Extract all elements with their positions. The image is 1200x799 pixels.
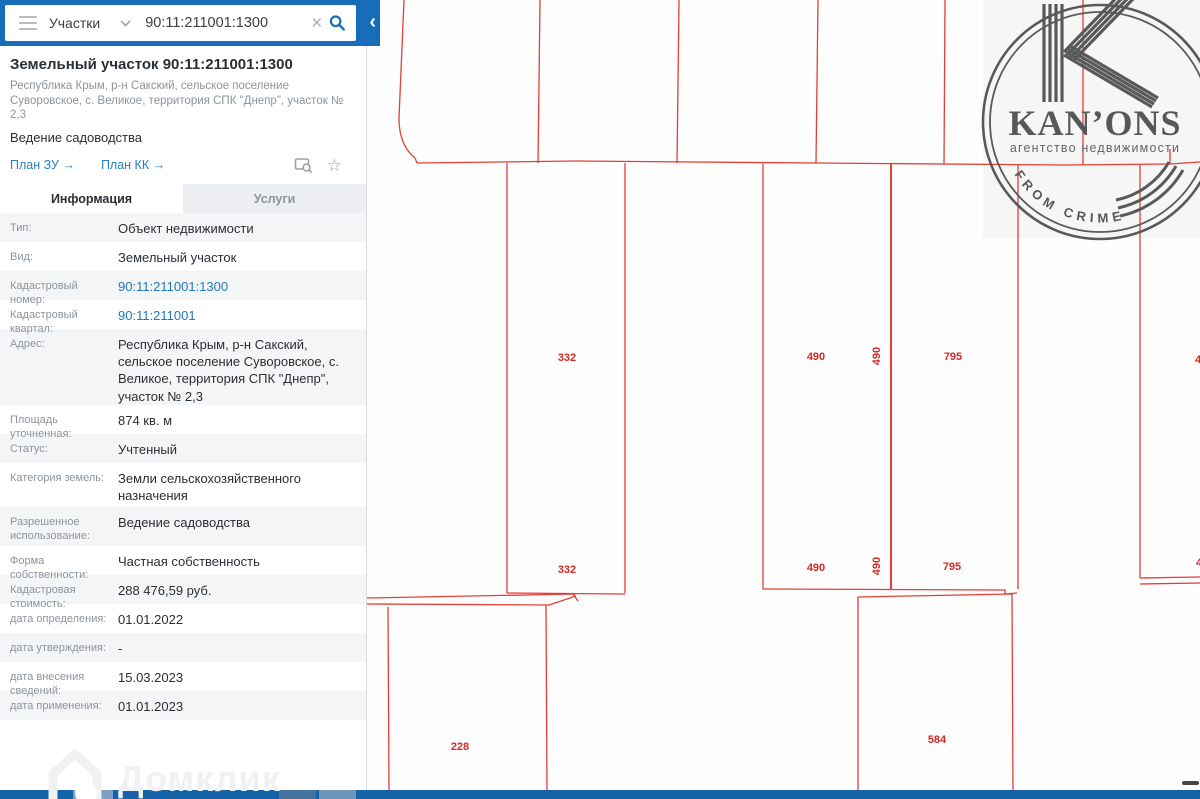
info-label: Разрешенное использование: bbox=[10, 516, 90, 543]
bottom-bar-segment[interactable] bbox=[319, 790, 356, 799]
info-value: Частная собственность bbox=[118, 554, 260, 570]
parcel-area-labels: 332 490 490 795 4 332 490 490 795 4 228 584 bbox=[451, 347, 1200, 753]
info-row: дата внесения сведений: 15.03.2023 bbox=[0, 662, 366, 698]
parcel-area-label: 795 bbox=[943, 561, 961, 573]
parcel-area-label: 490 bbox=[871, 347, 883, 365]
object-usage: Ведение садоводства bbox=[10, 130, 142, 146]
object-info-panel: Земельный участок 90:11:211001:1300 Респ… bbox=[0, 46, 367, 799]
info-row: Вид: Земельный участок bbox=[0, 242, 366, 271]
info-value: - bbox=[118, 641, 123, 657]
info-row: Кадастровый номер: 90:11:211001:1300 bbox=[0, 271, 366, 307]
parcel-area-label: 584 bbox=[928, 734, 947, 746]
info-value: 288 476,59 руб. bbox=[118, 583, 212, 599]
object-header: Земельный участок 90:11:211001:1300 Респ… bbox=[0, 46, 366, 175]
search-category-label: Участки bbox=[48, 15, 101, 31]
info-label: Кадастровый номер: bbox=[10, 280, 78, 307]
search-category-select[interactable]: Участки bbox=[49, 15, 131, 31]
parcel-area-label: 228 bbox=[451, 741, 469, 753]
info-value-link[interactable]: 90:11:211001 bbox=[118, 300, 206, 329]
plan-links-row: План ЗУ → План КК → ☆ bbox=[10, 155, 356, 175]
info-value: 15.03.2023 bbox=[118, 670, 184, 686]
tab-information[interactable]: Информация bbox=[0, 184, 183, 214]
panel-tabs: Информация Услуги bbox=[0, 184, 366, 214]
info-row: Тип: Объект недвижимости bbox=[0, 213, 366, 243]
parcel-area-label: 332 bbox=[558, 352, 576, 364]
info-label: Статус: bbox=[10, 443, 48, 456]
info-row: Категория земель: Земли сельскохозяйствен… bbox=[0, 463, 366, 507]
info-row: дата утверждения: - bbox=[0, 633, 366, 663]
parcel-area-label: 490 bbox=[807, 562, 825, 574]
info-value-link[interactable]: 90:11:211001:1300 bbox=[118, 271, 238, 300]
favorite-star-icon[interactable]: ☆ bbox=[327, 157, 342, 174]
info-row: Площадь уточненная: 874 кв. м bbox=[0, 405, 366, 441]
info-label: Категория земель: bbox=[10, 472, 105, 485]
tab-services[interactable]: Услуги bbox=[183, 184, 366, 213]
object-attributes-table: Тип: Объект недвижимости Вид: Земельный уча… bbox=[0, 213, 366, 721]
domclick-house-icon bbox=[48, 749, 102, 799]
preview-search-icon[interactable] bbox=[294, 157, 313, 174]
info-row: Статус: Учтенный bbox=[0, 434, 366, 464]
info-label: Форма собственности: bbox=[10, 555, 89, 582]
info-value: Земельный участок bbox=[118, 250, 237, 266]
info-label: дата применения: bbox=[10, 700, 102, 713]
info-row: Форма собственности: Частная собственност… bbox=[0, 546, 366, 582]
parcel-area-label: 4 bbox=[1196, 557, 1200, 569]
info-row: дата определения: 01.01.2022 bbox=[0, 604, 366, 633]
parcel-area-label: 332 bbox=[558, 564, 576, 576]
info-value: Объект недвижимости bbox=[118, 221, 254, 237]
info-label: Кадастровый квартал: bbox=[10, 309, 78, 336]
domclick-watermark: Домклик bbox=[46, 746, 281, 799]
info-row: Кадастровый квартал: 90:11:211001 bbox=[0, 300, 366, 336]
info-label: Адрес: bbox=[10, 338, 45, 351]
info-row: Разрешенное использование: Ведение садово… bbox=[0, 507, 366, 547]
page-title: Земельный участок 90:11:211001:1300 bbox=[10, 56, 293, 73]
info-label: Тип: bbox=[10, 222, 32, 235]
info-value: Земли сельскохозяйственного назначения bbox=[118, 471, 301, 504]
info-label: дата утверждения: bbox=[10, 642, 107, 655]
header-icons: ☆ bbox=[294, 157, 342, 174]
object-address: Республика Крым, р-н Сакский, сельское п… bbox=[10, 80, 344, 122]
info-row: Кадастровая стоимость: 288 476,59 руб. bbox=[0, 575, 366, 611]
info-label: Кадастровая стоимость: bbox=[10, 584, 76, 611]
info-label: Площадь уточненная: bbox=[10, 414, 72, 441]
kanons-brand-text: KAN’ONS bbox=[1008, 103, 1181, 143]
info-label: дата определения: bbox=[10, 613, 107, 626]
info-value: Учтенный bbox=[118, 442, 178, 458]
app-window: 332 490 490 795 4 332 490 490 795 4 228 584 KAN’ONS… bbox=[0, 0, 1200, 799]
info-value: 01.01.2023 bbox=[118, 699, 184, 715]
info-value: Ведение садоводства bbox=[118, 515, 250, 531]
info-value: 01.01.2022 bbox=[118, 612, 184, 628]
info-label: Вид: bbox=[10, 251, 33, 264]
clear-search-icon[interactable]: × bbox=[305, 14, 328, 33]
info-row: Адрес: Республика Крым, р-н Сакский, сель… bbox=[0, 329, 366, 406]
domclick-watermark-text: Домклик bbox=[118, 758, 281, 799]
search-icon[interactable] bbox=[328, 12, 347, 34]
horizontal-scrollbar-thumb[interactable] bbox=[1182, 781, 1199, 785]
chevron-down-icon bbox=[120, 19, 131, 27]
bottom-bar-segment[interactable] bbox=[279, 790, 316, 799]
plan-zu-link[interactable]: План ЗУ → bbox=[10, 158, 75, 172]
parcel-area-label: 4 bbox=[1195, 354, 1200, 366]
parcel-area-label: 490 bbox=[807, 351, 825, 363]
parcel-area-label: 490 bbox=[871, 557, 883, 575]
collapse-panel-chevron-icon[interactable]: ‹ bbox=[369, 12, 376, 32]
parcel-area-label: 795 bbox=[944, 351, 962, 363]
search-header: Участки × ‹ bbox=[0, 0, 380, 46]
plan-kk-link[interactable]: План КК → bbox=[101, 158, 165, 172]
info-value: Республика Крым, р-н Сакский, сельское п… bbox=[118, 337, 339, 404]
info-label: дата внесения сведений: bbox=[10, 671, 85, 698]
kanons-tagline-text: агентство недвижимости bbox=[1010, 141, 1180, 155]
menu-hamburger-icon[interactable] bbox=[19, 14, 37, 32]
search-input[interactable] bbox=[145, 15, 306, 31]
info-row: дата применения: 01.01.2023 bbox=[0, 691, 366, 721]
info-value: 874 кв. м bbox=[118, 413, 173, 429]
search-box: Участки × bbox=[5, 5, 356, 41]
